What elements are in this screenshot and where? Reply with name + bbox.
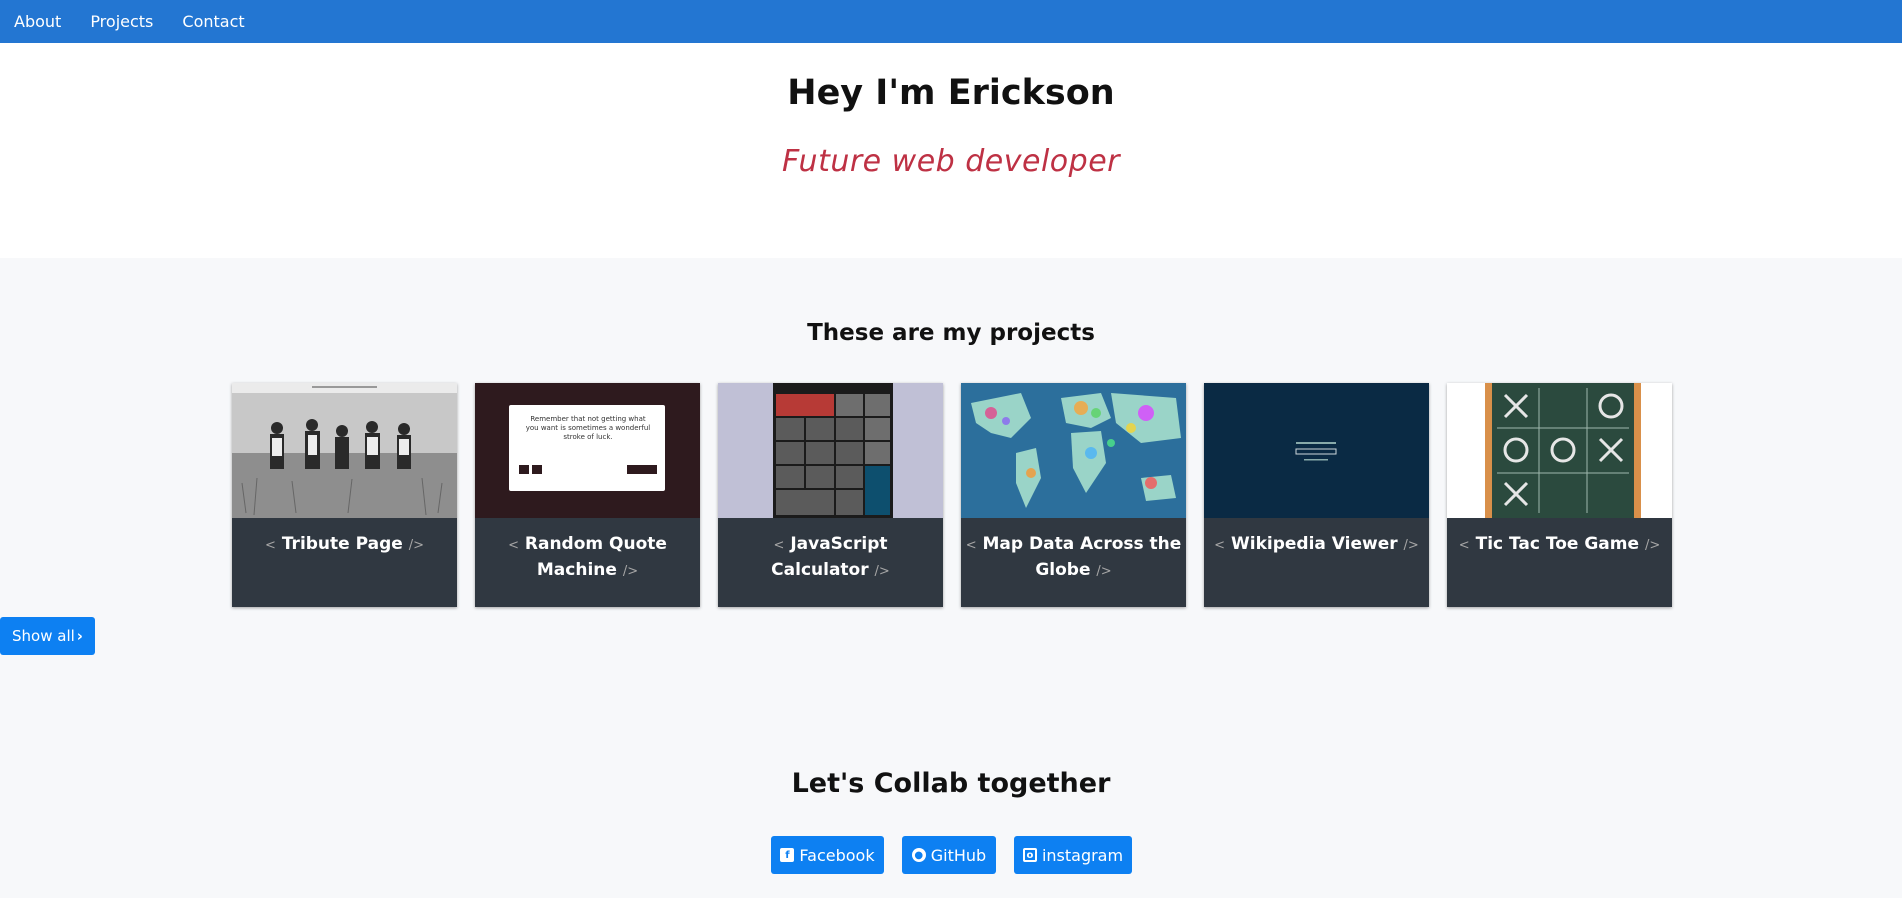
project-card-random-quote-machine[interactable]: Remember that not getting what you want … [475,383,700,607]
project-name: Map Data Across the Globe [982,534,1182,580]
project-name: JavaScript Calculator [771,534,888,580]
javascript-calculator-thumbnail [718,383,943,518]
project-caption: < Tic Tac Toe Game /> [1447,518,1672,558]
top-navbar: About Projects Contact [0,0,1902,43]
project-card-tic-tac-toe[interactable]: < Tic Tac Toe Game /> [1447,383,1672,607]
page-subtitle: Future web developer [782,144,1120,179]
project-card-javascript-calculator[interactable]: < JavaScript Calculator /> [718,383,943,607]
map-data-thumbnail [961,383,1186,518]
project-caption: < Random Quote Machine /> [475,518,700,584]
projects-title: These are my projects [807,320,1095,346]
open-bracket: < [1458,538,1470,553]
project-name: Tic Tac Toe Game [1475,534,1640,554]
project-name: Tribute Page [281,534,403,554]
project-caption: < Tribute Page /> [232,518,457,558]
tribute-page-thumbnail [232,383,457,518]
quote-text: Remember that not getting what you want … [525,415,651,441]
close-bracket: /> [874,564,890,579]
open-bracket: < [508,538,519,553]
collab-title: Let's Collab together [791,768,1111,799]
project-name: Random Quote Machine [524,534,667,580]
open-bracket: < [265,538,276,553]
welcome-section: Hey I'm Erickson Future web developer [0,43,1902,258]
instagram-icon: o [1022,848,1037,862]
github-icon: ● [911,848,926,862]
facebook-label: Facebook [799,845,875,865]
facebook-button[interactable]: f Facebook [771,836,884,874]
wikipedia-viewer-thumbnail [1204,383,1429,518]
show-all-button[interactable]: Show all › [0,617,95,655]
nav-link-about[interactable]: About [14,12,61,31]
close-bracket: /> [1644,538,1661,553]
show-all-label: Show all [12,627,75,645]
instagram-label: instagram [1041,845,1124,865]
project-caption: < JavaScript Calculator /> [718,518,943,584]
github-label: GitHub [930,845,987,865]
instagram-button[interactable]: o instagram [1014,836,1132,874]
project-card-tribute-page[interactable]: < Tribute Page /> [232,383,457,607]
project-card-wikipedia-viewer[interactable]: < Wikipedia Viewer /> [1204,383,1429,607]
random-quote-thumbnail: Remember that not getting what you want … [475,383,700,518]
project-caption: < Map Data Across the Globe /> [961,518,1186,584]
chevron-right-icon: › [76,627,83,645]
project-name: Wikipedia Viewer [1230,534,1398,554]
nav-link-projects[interactable]: Projects [90,12,153,31]
close-bracket: /> [1096,564,1112,579]
close-bracket: /> [622,564,639,579]
facebook-icon: f [780,848,795,862]
tic-tac-toe-thumbnail [1447,383,1672,518]
github-button[interactable]: ● GitHub [902,836,996,874]
open-bracket: < [773,538,785,553]
open-bracket: < [965,538,977,553]
project-card-map-data[interactable]: < Map Data Across the Globe /> [961,383,1186,607]
project-caption: < Wikipedia Viewer /> [1204,518,1429,558]
close-bracket: /> [408,538,424,553]
close-bracket: /> [1403,538,1419,553]
page-title: Hey I'm Erickson [787,73,1115,113]
nav-link-contact[interactable]: Contact [182,12,244,31]
open-bracket: < [1214,538,1226,553]
